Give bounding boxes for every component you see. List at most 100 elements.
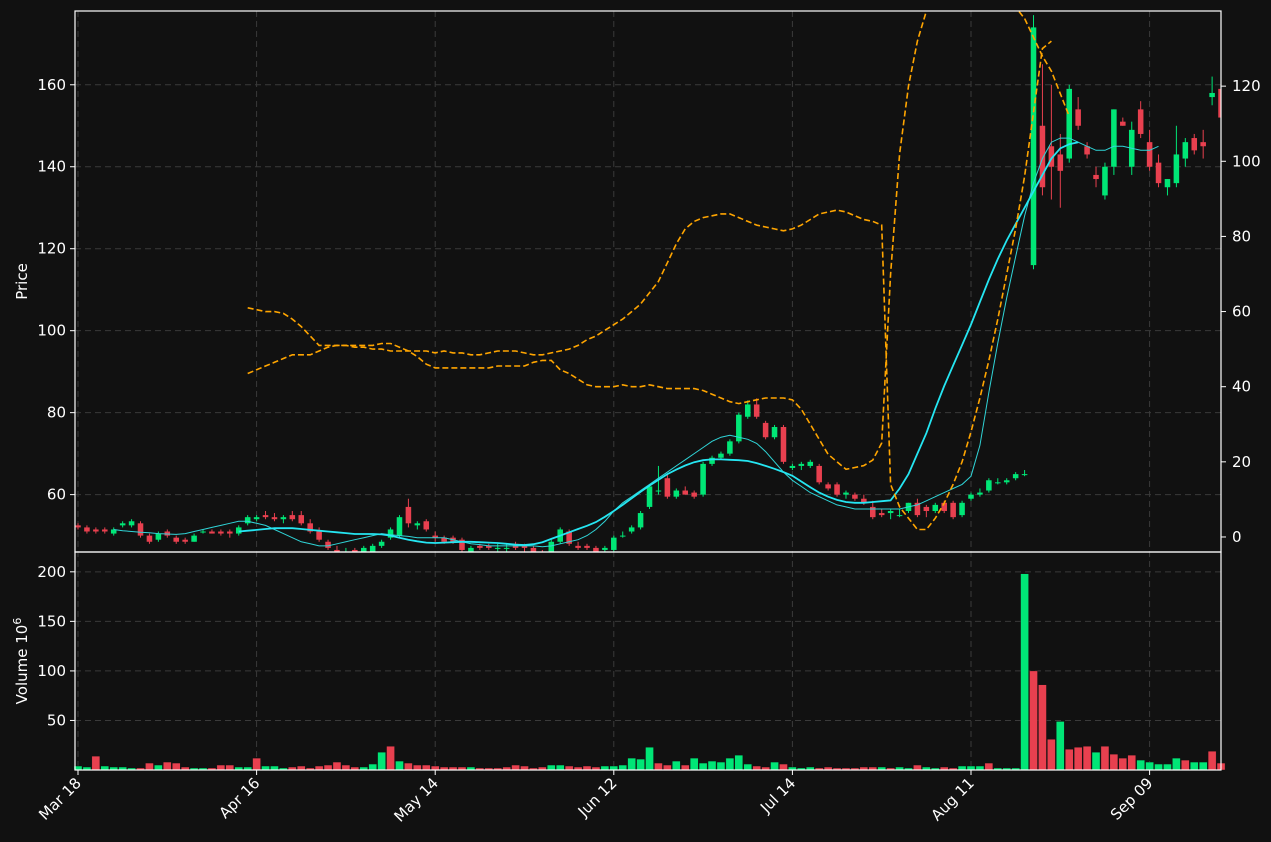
candle-body [1093,174,1099,180]
volume-bar [1145,761,1154,771]
volume-bar [154,764,163,771]
candle-body [325,541,331,548]
candle-body [1182,142,1189,159]
candle-body [75,525,81,528]
volume-bar [404,762,413,771]
candle-body [619,535,626,537]
volume-bar [1065,748,1074,771]
volume-bar [618,764,627,771]
volume-bar [1154,763,1163,771]
candle-body [155,533,162,540]
volume-bar [654,762,663,771]
candle-body [262,515,269,518]
candle-body [611,537,617,550]
price-tick-label: 60 [47,486,66,504]
volume-bar [698,762,708,771]
candle-body [128,521,135,526]
candle-body [762,422,769,438]
volume-tick-label: 150 [37,612,66,630]
price-tick-label: 80 [47,404,66,422]
volume-bar [636,758,645,771]
candlestick-chart: 60 80 100 120 140 160 0 20 40 60 80 100 120 50 100 150 2… [11,10,1261,826]
candle-body [84,527,90,532]
candle-body [298,515,305,524]
volume-bar [368,763,377,771]
volume-bar [716,761,726,771]
candle-body [959,502,965,516]
candle-body [1146,142,1153,167]
candle-body [780,426,787,462]
candle-body [673,490,680,497]
secondary-tick-label: 20 [1232,453,1251,471]
candle-body [727,441,733,454]
secondary-tick-label: 100 [1232,152,1261,170]
candle-body [396,517,403,536]
volume-bar [984,762,994,771]
candle-body [119,523,126,526]
volume-bar [779,763,788,771]
candle-body [227,531,233,534]
candle-body [146,535,153,542]
volume-bar [1118,757,1128,771]
candle-body [789,465,796,468]
volume-bar [386,746,395,771]
candle-body [1191,138,1198,151]
volume-bar [1047,739,1056,771]
candle-body [1057,154,1064,171]
candle-body [209,531,215,534]
secondary-tick-label: 60 [1232,303,1251,321]
volume-bar [1172,757,1181,771]
candle-body [1155,162,1162,184]
volume-axis-exponent: 6 [11,618,24,625]
candle-body [602,547,608,550]
candle-body [218,531,224,534]
price-tick-label: 100 [37,322,66,340]
volume-bar [556,764,565,771]
candle-body [1209,92,1215,98]
candle-body [682,490,689,495]
candle-body [932,504,939,512]
candle-body [575,545,581,548]
volume-bar [1163,763,1172,771]
volume-bar [627,757,636,771]
candle-body [691,492,697,497]
volume-bar [913,764,922,771]
candle-body [852,494,858,499]
candle-body [834,484,840,495]
volume-bar [1029,670,1038,771]
candle-body [995,482,1001,484]
volume-bar [770,761,779,771]
candle-body [798,463,805,466]
candle-body [1102,166,1108,196]
candle-body [191,535,197,542]
volume-bar [323,764,333,771]
candle-body [950,502,956,518]
volume-bar [395,760,404,771]
volume-bar [1038,684,1047,771]
volume-bar [1082,746,1092,771]
volume-bar [707,760,717,771]
candle-body [1021,474,1028,476]
volume-bar [672,760,681,771]
candle-body [494,547,501,549]
candle-body [664,478,671,497]
candle-body [369,545,376,552]
candle-body [1164,179,1171,188]
candle-body [744,404,751,417]
candle-body [200,531,206,533]
volume-bar [1136,759,1145,771]
volume-bar [225,764,235,771]
volume-bar [663,764,672,771]
candle-body [968,494,974,499]
x-tick-label: Apr 16 [215,774,263,822]
candle-body [253,517,260,520]
candle-body [700,463,706,495]
candle-body [816,465,822,483]
volume-bar [645,747,654,771]
volume-bar [1181,759,1190,771]
candle-body [1200,142,1206,147]
candle-body [753,404,760,417]
candle-body [280,517,287,520]
candle-body [423,521,430,530]
candle-body [807,461,814,466]
